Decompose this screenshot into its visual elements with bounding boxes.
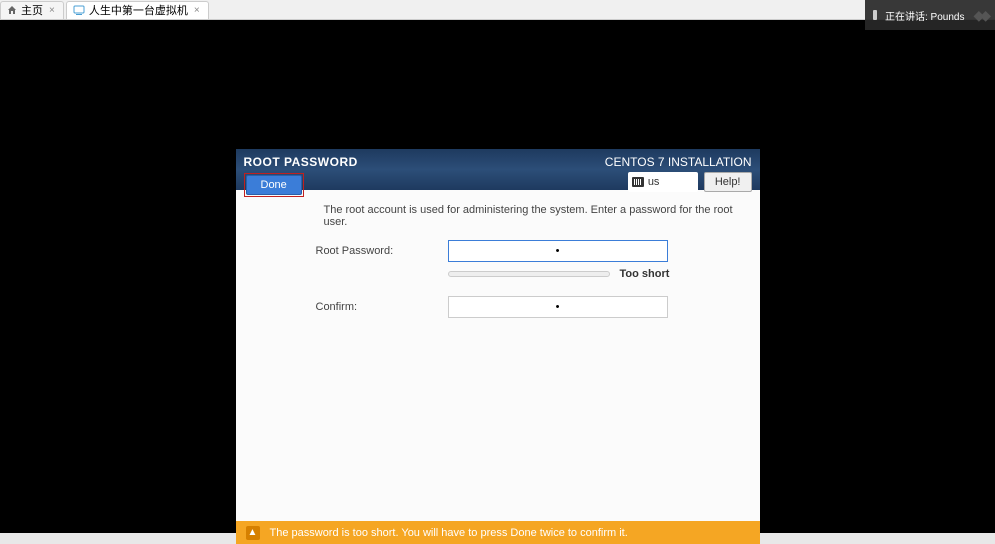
installer-window: ROOT PASSWORD Done CENTOS 7 INSTALLATION… xyxy=(236,149,760,544)
speech-overlay: 正在讲话: Pounds ◆◆ xyxy=(865,0,995,30)
root-password-label: Root Password: xyxy=(316,245,448,257)
password-strength-text: Too short xyxy=(620,268,670,280)
tab-bar: 主页 × 人生中第一台虚拟机 × 正在讲话: Pounds ◆◆ xyxy=(0,0,995,20)
confirm-password-input[interactable] xyxy=(448,296,668,318)
tab-label: 主页 xyxy=(21,2,43,18)
chevron-icons: ◆◆ xyxy=(973,7,987,24)
installer-body: The root account is used for administeri… xyxy=(236,190,760,521)
close-icon[interactable]: × xyxy=(192,5,202,16)
tab-home[interactable]: 主页 × xyxy=(0,1,64,19)
installer-header: ROOT PASSWORD Done CENTOS 7 INSTALLATION… xyxy=(236,149,760,190)
vm-viewport: ROOT PASSWORD Done CENTOS 7 INSTALLATION… xyxy=(0,20,995,533)
tab-label: 人生中第一台虚拟机 xyxy=(89,2,188,18)
keyboard-layout-label: us xyxy=(648,176,660,188)
install-title: CENTOS 7 INSTALLATION xyxy=(605,155,752,169)
keyboard-layout-selector[interactable]: us xyxy=(628,172,698,192)
intro-text: The root account is used for administeri… xyxy=(324,204,740,228)
root-password-input[interactable] xyxy=(448,240,668,262)
vm-icon xyxy=(73,4,85,16)
password-strength-bar xyxy=(448,271,610,277)
speech-status: 正在讲话: Pounds xyxy=(885,8,964,23)
close-icon[interactable]: × xyxy=(47,5,57,16)
page-title: ROOT PASSWORD xyxy=(244,155,605,169)
done-highlight: Done xyxy=(244,173,304,197)
keyboard-icon xyxy=(632,177,644,187)
tab-vm[interactable]: 人生中第一台虚拟机 × xyxy=(66,1,209,19)
home-icon xyxy=(7,5,17,15)
done-button[interactable]: Done xyxy=(246,175,302,195)
microphone-icon xyxy=(873,10,877,20)
help-button[interactable]: Help! xyxy=(704,172,752,192)
confirm-label: Confirm: xyxy=(316,301,448,313)
